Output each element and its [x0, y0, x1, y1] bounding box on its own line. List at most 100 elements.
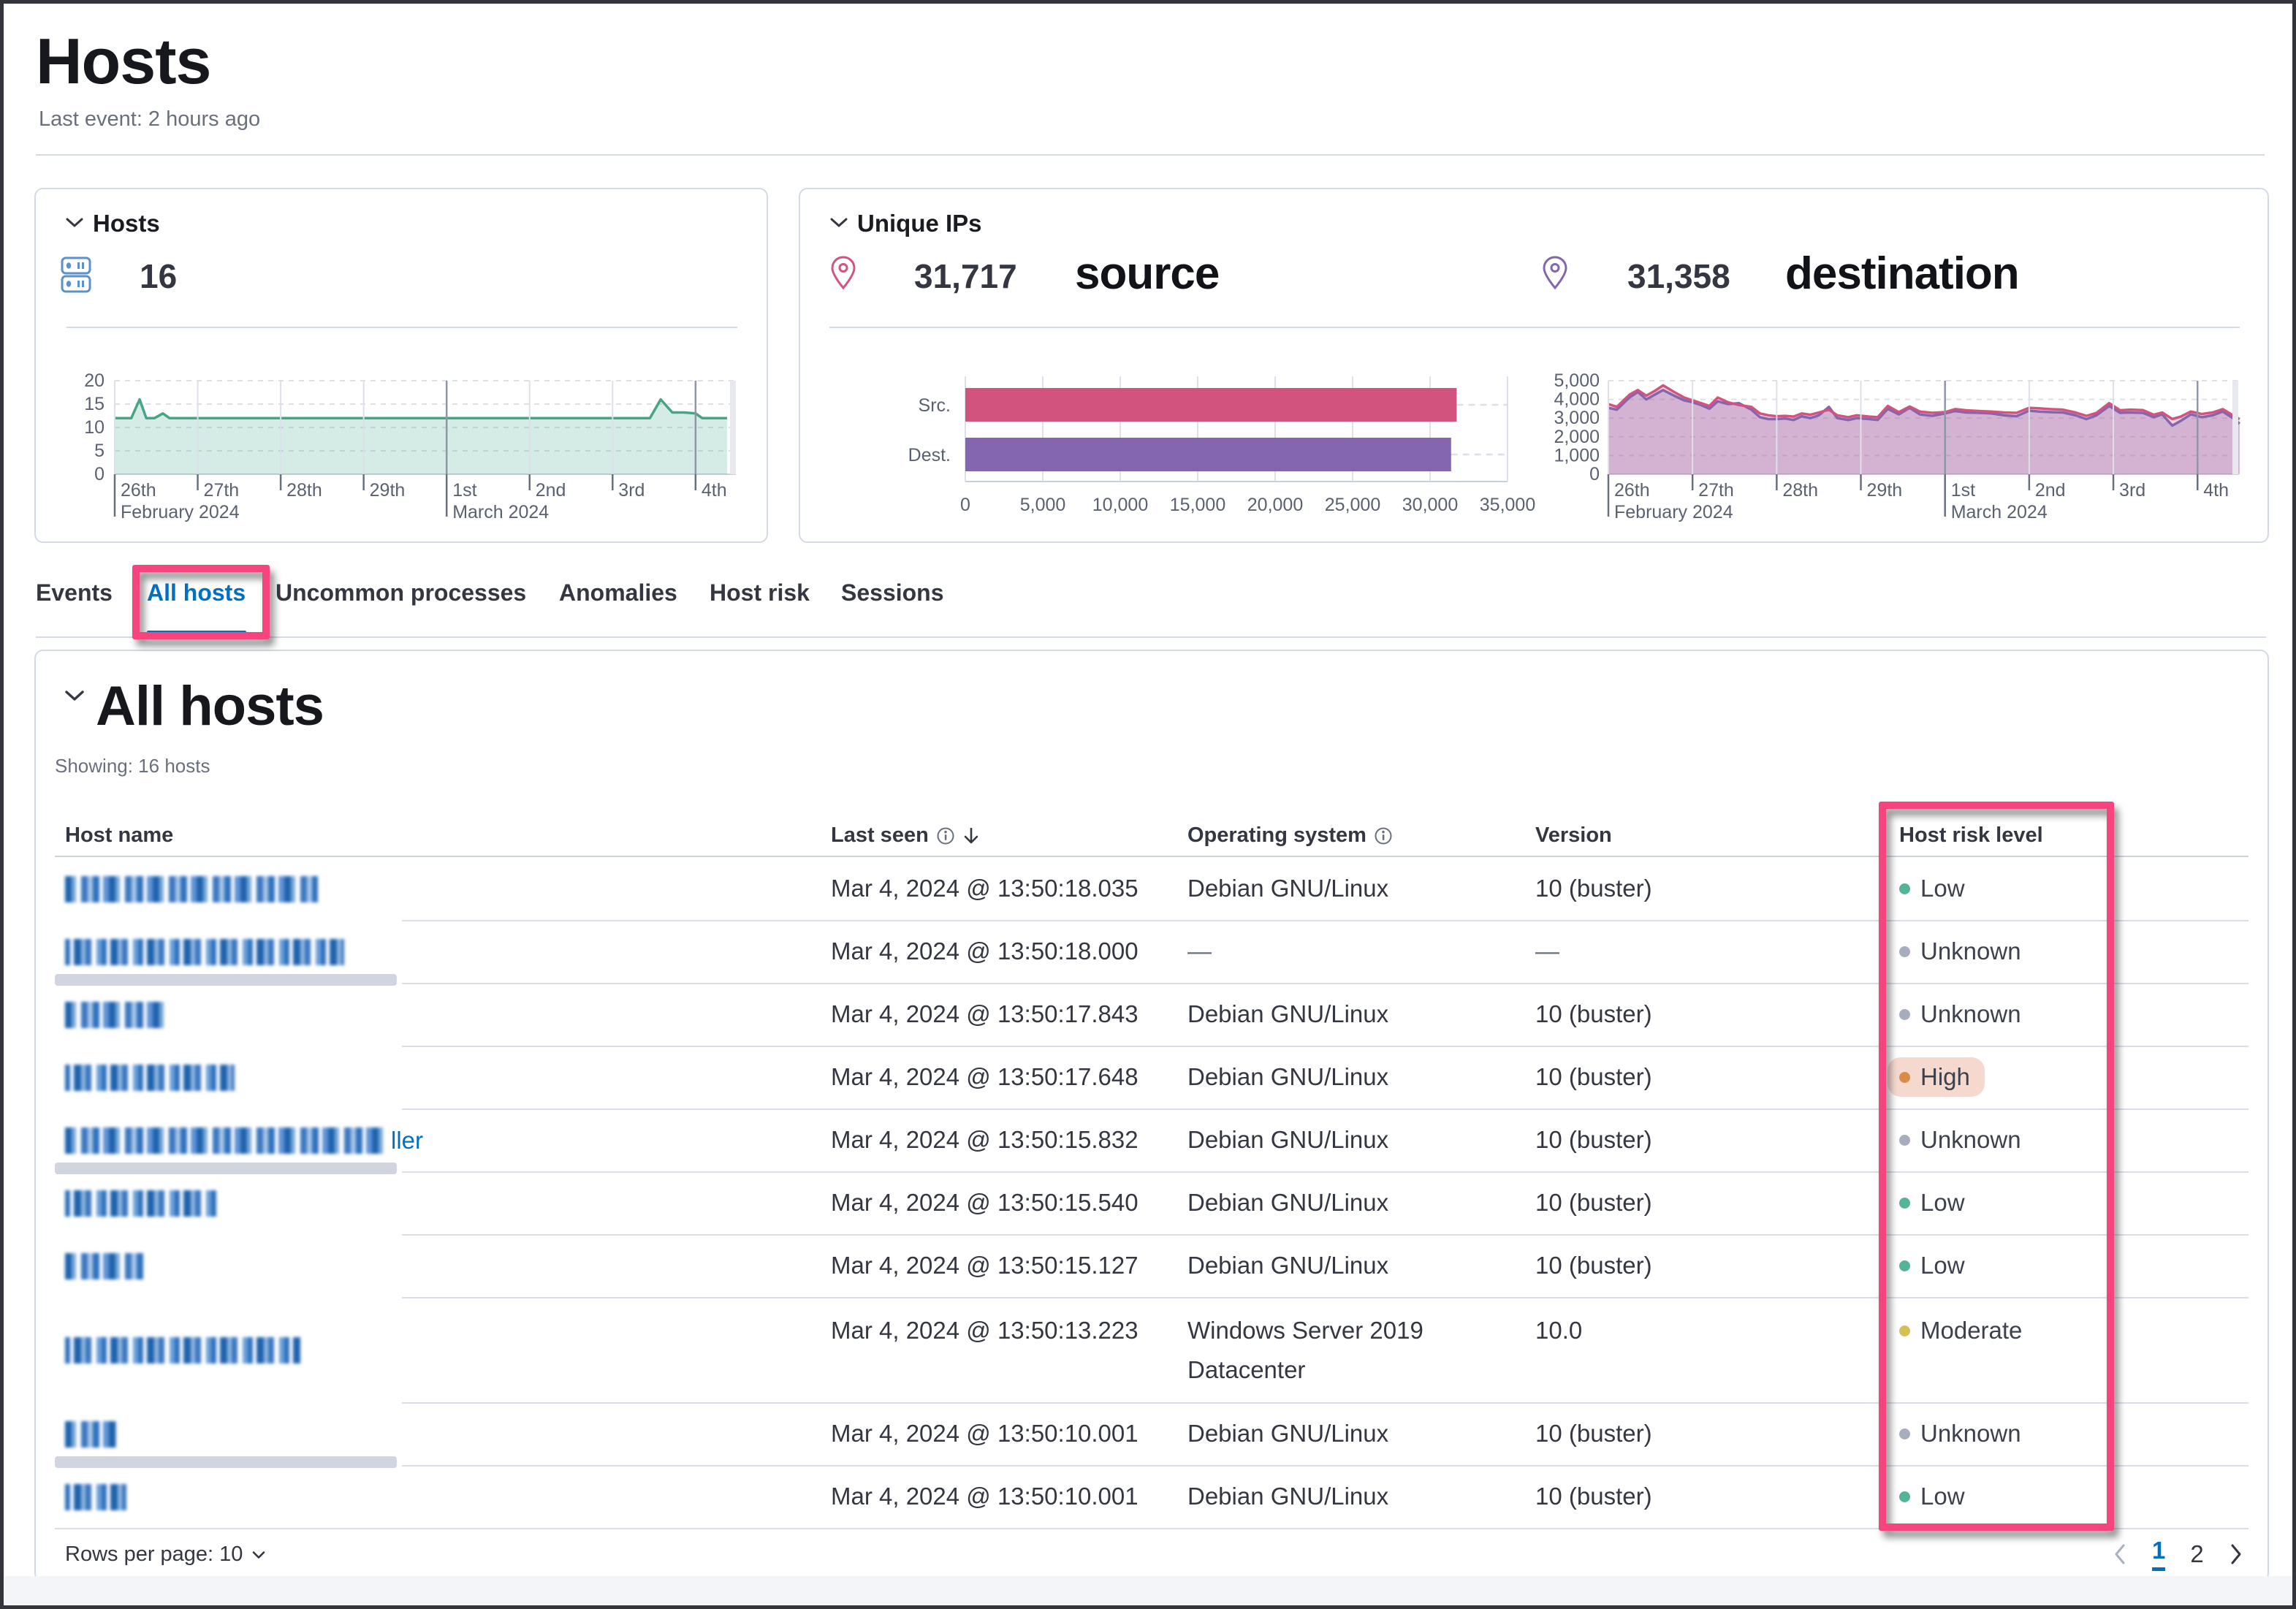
svg-text:5: 5 [94, 441, 104, 461]
page-2-button[interactable]: 2 [2190, 1540, 2203, 1568]
svg-text:27th: 27th [204, 480, 240, 501]
censor-gray-bar [55, 1456, 397, 1468]
column-header-host-risk-level[interactable]: Host risk level [1899, 823, 2043, 848]
operating-system-cell: Debian GNU/Linux [1187, 1420, 1389, 1447]
host-name-redacted[interactable] [65, 1127, 388, 1154]
svg-text:26th: 26th [1614, 480, 1650, 501]
destination-ips-count: 31,358 [1627, 257, 1730, 295]
operating-system-cell: — [1187, 937, 1212, 965]
unique-ips-panel: Unique IPs 31,717 source 31,358 destinat… [799, 188, 2269, 543]
host-name-redacted[interactable] [65, 1190, 217, 1217]
last-seen-cell: Mar 4, 2024 @ 13:50:10.001 [831, 1420, 1139, 1447]
tab-sessions[interactable]: Sessions [841, 579, 944, 606]
host-name-redacted[interactable] [65, 876, 318, 902]
section-chevron-icon[interactable] [64, 689, 85, 703]
last-seen-cell: Mar 4, 2024 @ 13:50:18.035 [831, 875, 1139, 902]
chevron-down-icon [253, 1551, 265, 1559]
risk-dot-icon [1899, 1134, 1910, 1146]
risk-dot-icon [1899, 1325, 1910, 1336]
row-divider [402, 1234, 2249, 1236]
source-ips-count: 31,717 [914, 257, 1017, 295]
column-header-host-name[interactable]: Host name [65, 823, 173, 848]
risk-dot-icon [1899, 946, 1910, 957]
svg-text:3rd: 3rd [618, 480, 645, 501]
svg-text:March 2024: March 2024 [452, 502, 549, 522]
page-title: Hosts [36, 25, 211, 97]
sort-descending-icon [964, 827, 978, 843]
last-seen-cell: Mar 4, 2024 @ 13:50:18.000 [831, 937, 1139, 965]
rows-per-page-button[interactable]: Rows per page: 10 [65, 1543, 266, 1567]
host-name-redacted[interactable] [65, 1484, 126, 1510]
tabs-divider [36, 636, 2266, 638]
svg-text:2nd: 2nd [536, 480, 566, 501]
tab-host-risk[interactable]: Host risk [710, 579, 810, 606]
row-divider [402, 983, 2249, 984]
host-risk-cell: Unknown [1899, 937, 2021, 965]
tab-anomalies[interactable]: Anomalies [559, 579, 677, 606]
previous-page-icon[interactable] [2113, 1543, 2127, 1566]
panel-divider [829, 327, 2240, 328]
version-cell: 10 (buster) [1535, 1420, 1652, 1447]
operating-system-cell-line2: Datacenter [1187, 1356, 1306, 1383]
svg-text:4th: 4th [2203, 480, 2229, 501]
host-name-redacted[interactable] [65, 1065, 235, 1091]
hosts-page: Hosts Last event: 2 hours ago Hosts 16 2… [0, 0, 2296, 1609]
last-seen-cell: Mar 4, 2024 @ 13:50:10.001 [831, 1483, 1139, 1510]
hosts-over-time-chart: 20 15 10 5 0 26th 27th 28th 29th 1st 2nd 3rd 4th Febr… [66, 370, 753, 536]
risk-dot-icon [1899, 1260, 1910, 1271]
svg-text:3rd: 3rd [2119, 480, 2145, 501]
column-header-version[interactable]: Version [1535, 823, 1612, 848]
risk-label: Low [1920, 1483, 1965, 1510]
window-bottom-strip [4, 1576, 2292, 1605]
host-name-redacted[interactable] [65, 1421, 116, 1448]
tab-all-hosts[interactable]: All hosts [147, 579, 246, 606]
svg-text:1st: 1st [452, 480, 476, 501]
host-risk-cell: Low [1899, 1252, 1965, 1279]
row-divider [402, 1297, 2249, 1298]
host-name-censor-block [55, 1298, 402, 1402]
risk-badge: High [1888, 1057, 1985, 1097]
host-name-suffix[interactable]: ller [391, 1127, 423, 1155]
column-header-last-seen[interactable]: Last seen [831, 823, 980, 848]
row-divider [55, 1528, 2249, 1529]
risk-dot-icon [1899, 1491, 1910, 1502]
risk-dot-icon [1899, 1197, 1910, 1209]
host-name-censor-block [55, 859, 402, 920]
tab-events[interactable]: Events [36, 579, 113, 606]
column-label: Host name [65, 823, 174, 847]
host-name-redacted[interactable] [65, 1253, 144, 1279]
unique-ips-over-time-chart: 5,000 4,000 3,000 2,000 1,000 0 26th 27th 28th 29… [1538, 370, 2263, 536]
host-risk-cell: High [1888, 1057, 1985, 1097]
risk-label: Low [1920, 1252, 1965, 1279]
page-1-button[interactable]: 1 [2152, 1537, 2166, 1571]
collapse-chevron-icon[interactable] [829, 217, 848, 229]
host-name-redacted[interactable] [65, 939, 344, 965]
host-name-redacted[interactable] [65, 1337, 300, 1363]
host-name-censor-block [55, 984, 402, 1046]
tab-uncommon-processes[interactable]: Uncommon processes [275, 579, 526, 606]
last-seen-cell: Mar 4, 2024 @ 13:50:15.832 [831, 1126, 1139, 1153]
next-page-icon[interactable] [2229, 1543, 2243, 1566]
collapse-chevron-icon[interactable] [65, 217, 84, 229]
row-divider [402, 1402, 2249, 1404]
svg-text:Src.: Src. [919, 395, 951, 416]
version-cell: 10 (buster) [1535, 875, 1652, 902]
row-divider [402, 1108, 2249, 1110]
row-divider [402, 1171, 2249, 1173]
column-header-operating-system[interactable]: Operating system [1187, 823, 1393, 848]
svg-text:2nd: 2nd [2035, 480, 2066, 501]
svg-text:0: 0 [1589, 464, 1600, 484]
version-cell: 10 (buster) [1535, 1063, 1652, 1090]
storage-icon [61, 256, 91, 293]
risk-label: Low [1920, 1189, 1965, 1216]
svg-text:15: 15 [84, 394, 104, 414]
svg-text:February 2024: February 2024 [121, 502, 240, 522]
svg-text:15,000: 15,000 [1170, 495, 1225, 515]
operating-system-cell: Debian GNU/Linux [1187, 1000, 1389, 1027]
svg-text:1,000: 1,000 [1554, 445, 1600, 465]
censor-gray-bar [55, 974, 397, 986]
svg-text:25,000: 25,000 [1325, 495, 1380, 515]
risk-label: Unknown [1920, 1000, 2021, 1027]
host-name-redacted[interactable] [65, 1002, 167, 1028]
risk-label: Unknown [1920, 937, 2021, 965]
